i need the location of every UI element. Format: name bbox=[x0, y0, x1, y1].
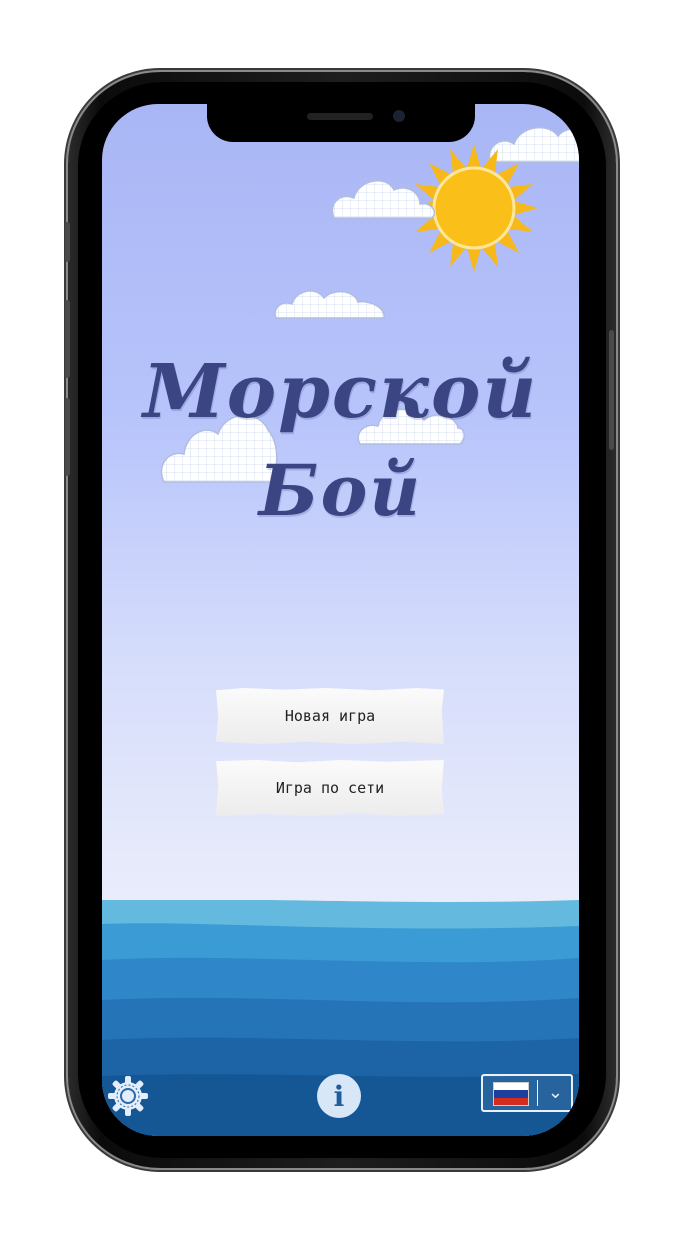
language-selector[interactable]: ⌄ bbox=[481, 1074, 573, 1112]
new-game-button[interactable]: Новая игра bbox=[216, 688, 444, 744]
info-icon[interactable]: i bbox=[317, 1074, 361, 1118]
language-divider bbox=[537, 1080, 538, 1106]
bottom-toolbar: i ⌄ bbox=[102, 1056, 579, 1136]
phone-notch bbox=[207, 104, 475, 142]
app-screen: Морской Бой Новая игра Игра по сети i ⌄ bbox=[102, 104, 579, 1136]
russia-flag-icon bbox=[493, 1082, 529, 1106]
online-game-button[interactable]: Игра по сети bbox=[216, 760, 444, 816]
cloud-middle bbox=[274, 290, 385, 319]
front-camera bbox=[393, 110, 405, 122]
game-title-line1: Морской bbox=[142, 349, 539, 435]
silent-switch bbox=[65, 222, 70, 262]
gear-icon[interactable] bbox=[106, 1074, 150, 1118]
power-button bbox=[609, 330, 614, 450]
volume-down-button bbox=[65, 398, 70, 476]
earpiece-speaker bbox=[307, 113, 373, 120]
chevron-down-icon: ⌄ bbox=[547, 1082, 563, 1103]
cloud-top-right bbox=[488, 126, 579, 163]
volume-up-button bbox=[65, 300, 70, 378]
info-glyph: i bbox=[333, 1079, 345, 1113]
game-title-line2: Бой bbox=[258, 449, 423, 532]
